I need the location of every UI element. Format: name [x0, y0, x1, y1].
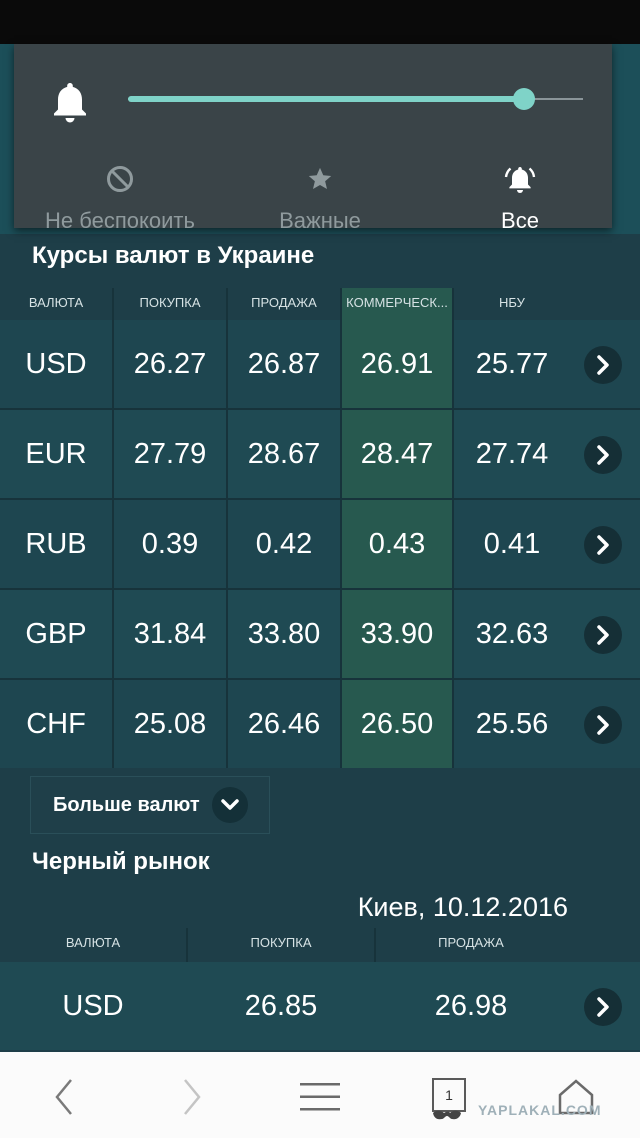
- menu-icon[interactable]: [290, 1072, 350, 1122]
- header-divider: [186, 928, 188, 962]
- rate-row-eur[interactable]: EUR 27.79 28.67 28.47 27.74: [0, 410, 640, 498]
- rate-row-chf[interactable]: CHF 25.08 26.46 26.50 25.56: [0, 680, 640, 768]
- currency-code: CHF: [26, 707, 86, 740]
- status-bar: [0, 0, 640, 44]
- incognito-icon: [417, 1104, 477, 1126]
- browser-nav-bar: 1 YAPLAKAL.COM: [0, 1052, 640, 1138]
- col-header-currency: ВАЛЮТА: [28, 295, 84, 310]
- nbu-rate: 27.74: [475, 437, 549, 470]
- column-divider: [340, 320, 342, 768]
- mode-label: Не беспокоить: [45, 208, 195, 233]
- buy-rate: 26.27: [133, 347, 207, 380]
- col-header-sell: ПРОДАЖА: [251, 295, 317, 310]
- mode-important[interactable]: Важные: [220, 162, 420, 234]
- col-header-buy: ПОКУПКА: [139, 295, 201, 310]
- bm-header-currency: ВАЛЮТА: [65, 935, 121, 950]
- more-currencies-label: Больше валют: [53, 793, 200, 816]
- more-currencies-button[interactable]: Больше валют: [30, 776, 270, 834]
- nbu-rate: 0.41: [483, 527, 541, 560]
- currency-code: USD: [62, 989, 124, 1022]
- nbu-rate: 32.63: [475, 617, 549, 650]
- chevron-right-icon[interactable]: [584, 616, 622, 654]
- volume-slider-thumb[interactable]: [512, 88, 535, 110]
- sell-rate: 0.42: [255, 527, 313, 560]
- chevron-right-icon[interactable]: [584, 436, 622, 474]
- mode-all[interactable]: Все: [420, 162, 620, 234]
- notification-panel: Не беспокоить Важные Все: [14, 44, 612, 233]
- tabs-count: 1: [445, 1087, 453, 1103]
- currency-code: USD: [25, 347, 87, 380]
- column-divider: [226, 320, 228, 768]
- bm-header-buy: ПОКУПКА: [250, 935, 312, 950]
- star-icon: [220, 162, 420, 196]
- buy-rate: 31.84: [133, 617, 207, 650]
- column-divider: [452, 320, 454, 768]
- col-header-nbu: НБУ: [499, 295, 525, 310]
- forward-icon[interactable]: [162, 1072, 222, 1122]
- commercial-rate: 26.91: [342, 320, 452, 408]
- chevron-down-icon: [211, 787, 248, 823]
- sell-rate: 26.87: [247, 347, 321, 380]
- header-divider: [452, 288, 454, 320]
- bell-icon: [50, 80, 90, 129]
- do-not-disturb-icon: [20, 162, 220, 196]
- mode-do-not-disturb[interactable]: Не беспокоить: [20, 162, 220, 234]
- sell-rate: 26.46: [247, 707, 321, 740]
- column-divider: [112, 320, 114, 768]
- rate-row-usd[interactable]: USD 26.27 26.87 26.91 25.77: [0, 320, 640, 408]
- header-divider: [226, 288, 228, 320]
- back-icon[interactable]: [34, 1072, 94, 1122]
- buy-rate: 26.85: [244, 989, 318, 1022]
- sell-rate: 26.98: [434, 989, 508, 1022]
- chevron-right-icon[interactable]: [584, 988, 622, 1026]
- volume-slider-fill: [128, 96, 524, 102]
- rates-title: Курсы валют в Украине: [32, 242, 315, 269]
- mode-label: Все: [501, 208, 539, 233]
- header-divider: [112, 288, 114, 320]
- location-date: Киев, 10.12.2016: [357, 892, 568, 922]
- sell-rate: 28.67: [247, 437, 321, 470]
- rate-row-gbp[interactable]: GBP 31.84 33.80 33.90 32.63: [0, 590, 640, 678]
- buy-rate: 27.79: [133, 437, 207, 470]
- nbu-rate: 25.56: [475, 707, 549, 740]
- rate-row-rub[interactable]: RUB 0.39 0.42 0.43 0.41: [0, 500, 640, 588]
- commercial-rate: 26.50: [342, 680, 452, 768]
- currency-code: EUR: [25, 437, 87, 470]
- col-header-commercial-label: КОММЕРЧЕСК...: [346, 295, 448, 310]
- chevron-right-icon[interactable]: [584, 346, 622, 384]
- chevron-right-icon[interactable]: [584, 706, 622, 744]
- sell-rate: 33.80: [247, 617, 321, 650]
- currency-app: Не беспокоить Важные Все Курсы валют в У…: [0, 44, 640, 1052]
- black-market-row-usd[interactable]: USD 26.85 26.98: [0, 962, 640, 1050]
- bm-header-sell: ПРОДАЖА: [438, 935, 504, 950]
- black-market-title: Черный рынок: [32, 848, 210, 875]
- commercial-rate: 28.47: [342, 410, 452, 498]
- buy-rate: 25.08: [133, 707, 207, 740]
- mode-label: Важные: [279, 208, 361, 233]
- buy-rate: 0.39: [141, 527, 199, 560]
- nbu-rate: 25.77: [475, 347, 549, 380]
- chevron-right-icon[interactable]: [584, 526, 622, 564]
- bell-ringing-icon: [420, 162, 620, 196]
- commercial-rate: 0.43: [342, 500, 452, 588]
- commercial-rate: 33.90: [342, 590, 452, 678]
- header-divider: [374, 928, 376, 962]
- currency-code: GBP: [25, 617, 87, 650]
- currency-code: RUB: [25, 527, 87, 560]
- watermark: YAPLAKAL.COM: [478, 1102, 602, 1118]
